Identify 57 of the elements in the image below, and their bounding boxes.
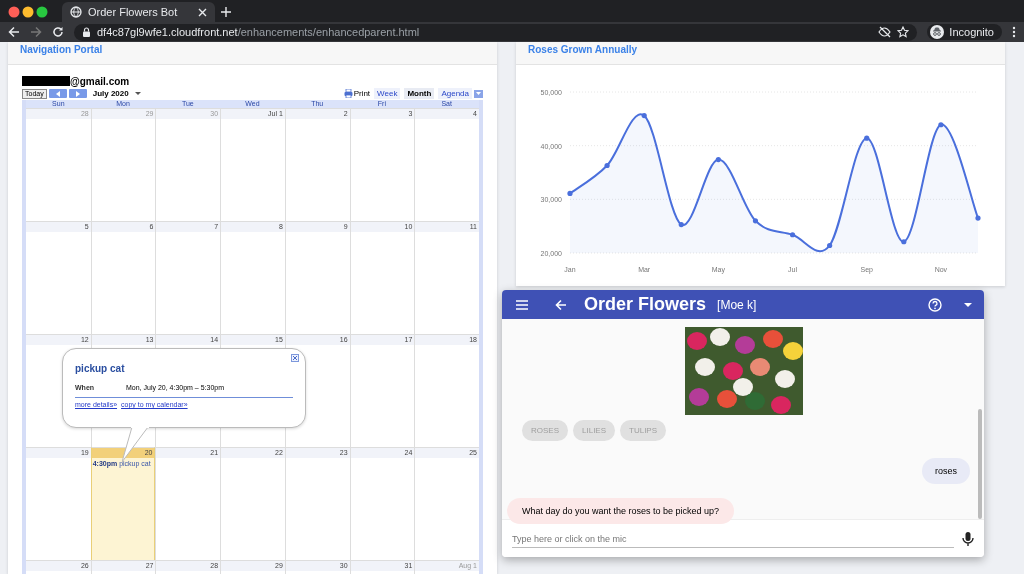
profile-button[interactable]: Incognito — [927, 24, 1002, 40]
plus-icon[interactable] — [221, 7, 231, 17]
data-point — [789, 232, 796, 238]
chat-title: Order Flowers — [584, 294, 707, 315]
month-label: July 2020 — [92, 89, 129, 98]
url-path: /enhancements/enhancedparent.html — [237, 26, 420, 38]
chart-title: Roses Grown Annually — [528, 43, 639, 57]
menu-icon[interactable] — [1012, 26, 1016, 38]
print-button[interactable]: Print — [343, 89, 371, 98]
printer-icon — [343, 89, 353, 98]
incognito-icon — [930, 25, 945, 39]
view-tab[interactable]: Month — [404, 88, 435, 99]
redaction-bar — [22, 76, 70, 86]
data-point — [752, 218, 759, 224]
user-name: [Moe k] — [717, 297, 757, 312]
browser-tab[interactable]: Order Flowers Bot — [62, 2, 215, 22]
close-icon[interactable] — [291, 354, 299, 362]
caret-icon[interactable] — [964, 302, 972, 307]
eye-off-icon[interactable] — [878, 26, 892, 38]
data-point — [901, 239, 907, 245]
previous-button[interactable] — [48, 89, 67, 98]
left-arrow-icon — [55, 90, 60, 97]
input-bar[interactable]: Type here or click on the mic — [502, 519, 984, 557]
right-arrow-icon — [75, 90, 80, 97]
data-point — [678, 221, 684, 228]
tab-title: Order Flowers Bot — [88, 6, 179, 18]
microphone-icon[interactable] — [962, 532, 974, 546]
globe-icon — [70, 6, 82, 18]
back-icon[interactable] — [8, 26, 20, 38]
data-point — [567, 190, 573, 197]
data-point — [715, 157, 721, 163]
scrollbar[interactable] — [978, 409, 982, 519]
lock-icon — [82, 26, 91, 38]
reload-icon[interactable] — [52, 26, 64, 38]
caret-icon — [476, 92, 481, 95]
dropdown-caret-icon[interactable] — [134, 92, 141, 95]
window-controls-drawing[interactable] — [8, 6, 48, 18]
data-point — [641, 113, 647, 119]
star-icon[interactable] — [897, 26, 910, 38]
account-email: @gmail.com — [70, 75, 130, 87]
bot-message: What day do you want the roses to be picked up? — [507, 498, 735, 524]
data-point — [864, 135, 870, 141]
forward-icon[interactable] — [30, 26, 42, 38]
data-point — [827, 242, 833, 249]
view-tab[interactable]: Week — [374, 88, 401, 99]
data-point — [975, 215, 981, 221]
help-icon[interactable] — [928, 297, 942, 312]
data-point — [604, 162, 610, 169]
address-bar[interactable]: df4c87gl9wfe1.cloudfront.net/enhancements/enhancedparent.html — [74, 23, 918, 41]
user-message: roses — [922, 458, 970, 484]
url-host: df4c87gl9wfe1.cloudfront.net — [97, 26, 238, 38]
card-title: Navigation Portal — [20, 43, 104, 57]
data-point — [938, 122, 944, 128]
view-tab[interactable]: Agenda — [438, 88, 472, 99]
message-input[interactable]: Type here or click on the mic — [512, 530, 954, 548]
menu-icon[interactable] — [516, 299, 528, 310]
next-button[interactable] — [68, 89, 87, 98]
